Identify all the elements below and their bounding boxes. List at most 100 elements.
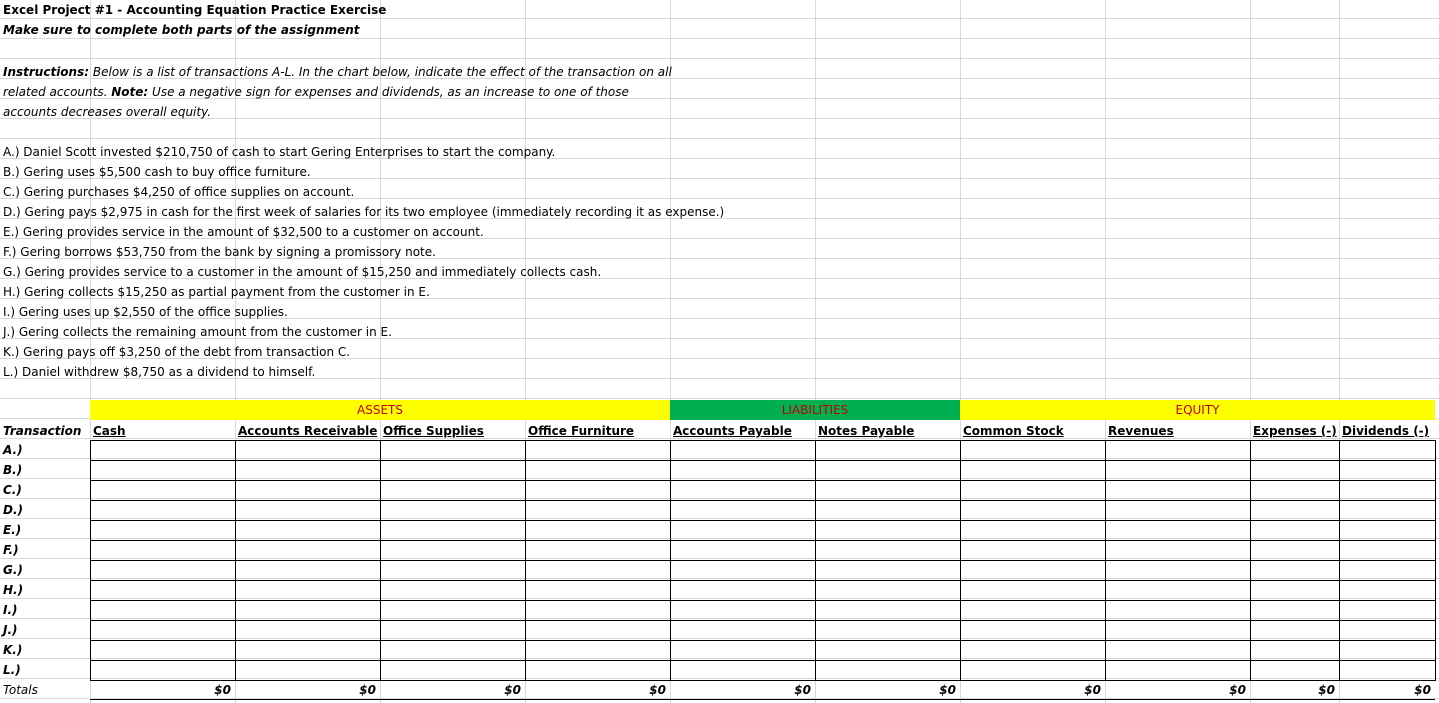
input-cell[interactable] xyxy=(1250,660,1340,681)
input-cell[interactable] xyxy=(235,480,381,501)
input-cell[interactable] xyxy=(525,620,671,641)
input-cell[interactable] xyxy=(1339,640,1436,661)
input-cell[interactable] xyxy=(670,500,816,521)
input-cell[interactable] xyxy=(380,580,526,601)
input-cell[interactable] xyxy=(235,500,381,521)
input-cell[interactable] xyxy=(90,580,236,601)
input-cell[interactable] xyxy=(1339,600,1436,621)
input-cell[interactable] xyxy=(1250,600,1340,621)
input-cell[interactable] xyxy=(90,520,236,541)
input-cell[interactable] xyxy=(1105,580,1251,601)
input-cell[interactable] xyxy=(1339,440,1436,461)
input-cell[interactable] xyxy=(960,480,1106,501)
input-cell[interactable] xyxy=(815,500,961,521)
input-cell[interactable] xyxy=(90,500,236,521)
input-cell[interactable] xyxy=(1105,440,1251,461)
input-cell[interactable] xyxy=(1339,620,1436,641)
input-cell[interactable] xyxy=(235,520,381,541)
input-cell[interactable] xyxy=(1105,520,1251,541)
input-cell[interactable] xyxy=(380,540,526,561)
input-cell[interactable] xyxy=(1339,520,1436,541)
input-cell[interactable] xyxy=(235,540,381,561)
input-cell[interactable] xyxy=(525,500,671,521)
input-cell[interactable] xyxy=(1250,480,1340,501)
input-cell[interactable] xyxy=(960,640,1106,661)
input-cell[interactable] xyxy=(670,640,816,661)
input-cell[interactable] xyxy=(960,660,1106,681)
input-cell[interactable] xyxy=(1339,500,1436,521)
input-cell[interactable] xyxy=(960,600,1106,621)
input-cell[interactable] xyxy=(235,440,381,461)
input-cell[interactable] xyxy=(670,460,816,481)
input-cell[interactable] xyxy=(1105,600,1251,621)
input-cell[interactable] xyxy=(670,560,816,581)
input-cell[interactable] xyxy=(815,520,961,541)
input-cell[interactable] xyxy=(815,600,961,621)
input-cell[interactable] xyxy=(90,440,236,461)
input-cell[interactable] xyxy=(1250,540,1340,561)
input-cell[interactable] xyxy=(525,600,671,621)
input-cell[interactable] xyxy=(1250,520,1340,541)
input-cell[interactable] xyxy=(235,600,381,621)
input-cell[interactable] xyxy=(815,660,961,681)
input-cell[interactable] xyxy=(670,660,816,681)
input-cell[interactable] xyxy=(1339,460,1436,481)
input-cell[interactable] xyxy=(1250,580,1340,601)
input-cell[interactable] xyxy=(815,480,961,501)
input-cell[interactable] xyxy=(670,580,816,601)
input-cell[interactable] xyxy=(235,580,381,601)
input-cell[interactable] xyxy=(670,480,816,501)
input-cell[interactable] xyxy=(235,460,381,481)
input-cell[interactable] xyxy=(1339,560,1436,581)
input-cell[interactable] xyxy=(380,600,526,621)
input-cell[interactable] xyxy=(960,620,1106,641)
input-cell[interactable] xyxy=(670,600,816,621)
input-cell[interactable] xyxy=(90,560,236,581)
input-cell[interactable] xyxy=(380,640,526,661)
input-cell[interactable] xyxy=(90,600,236,621)
input-cell[interactable] xyxy=(90,620,236,641)
input-cell[interactable] xyxy=(380,500,526,521)
input-cell[interactable] xyxy=(380,620,526,641)
input-cell[interactable] xyxy=(1339,580,1436,601)
input-cell[interactable] xyxy=(90,460,236,481)
input-cell[interactable] xyxy=(960,580,1106,601)
input-cell[interactable] xyxy=(90,540,236,561)
input-cell[interactable] xyxy=(670,520,816,541)
input-cell[interactable] xyxy=(1339,540,1436,561)
input-cell[interactable] xyxy=(1105,560,1251,581)
input-cell[interactable] xyxy=(90,660,236,681)
input-cell[interactable] xyxy=(1250,620,1340,641)
input-cell[interactable] xyxy=(1339,480,1436,501)
input-cell[interactable] xyxy=(525,540,671,561)
input-cell[interactable] xyxy=(670,540,816,561)
input-cell[interactable] xyxy=(670,440,816,461)
input-cell[interactable] xyxy=(380,520,526,541)
input-cell[interactable] xyxy=(525,660,671,681)
input-cell[interactable] xyxy=(380,460,526,481)
input-cell[interactable] xyxy=(525,460,671,481)
input-cell[interactable] xyxy=(815,640,961,661)
input-cell[interactable] xyxy=(1250,440,1340,461)
input-cell[interactable] xyxy=(235,620,381,641)
input-cell[interactable] xyxy=(815,580,961,601)
input-cell[interactable] xyxy=(525,580,671,601)
input-cell[interactable] xyxy=(960,440,1106,461)
input-cell[interactable] xyxy=(525,520,671,541)
input-cell[interactable] xyxy=(1105,480,1251,501)
input-cell[interactable] xyxy=(380,480,526,501)
input-cell[interactable] xyxy=(1105,640,1251,661)
input-cell[interactable] xyxy=(1105,460,1251,481)
input-cell[interactable] xyxy=(815,440,961,461)
input-cell[interactable] xyxy=(525,480,671,501)
spreadsheet[interactable]: Excel Project #1 - Accounting Equation P… xyxy=(0,0,1439,703)
input-cell[interactable] xyxy=(525,640,671,661)
input-cell[interactable] xyxy=(815,560,961,581)
input-cell[interactable] xyxy=(1250,640,1340,661)
input-cell[interactable] xyxy=(960,540,1106,561)
input-cell[interactable] xyxy=(90,480,236,501)
input-cell[interactable] xyxy=(1250,500,1340,521)
input-cell[interactable] xyxy=(235,560,381,581)
input-cell[interactable] xyxy=(380,560,526,581)
input-cell[interactable] xyxy=(960,520,1106,541)
